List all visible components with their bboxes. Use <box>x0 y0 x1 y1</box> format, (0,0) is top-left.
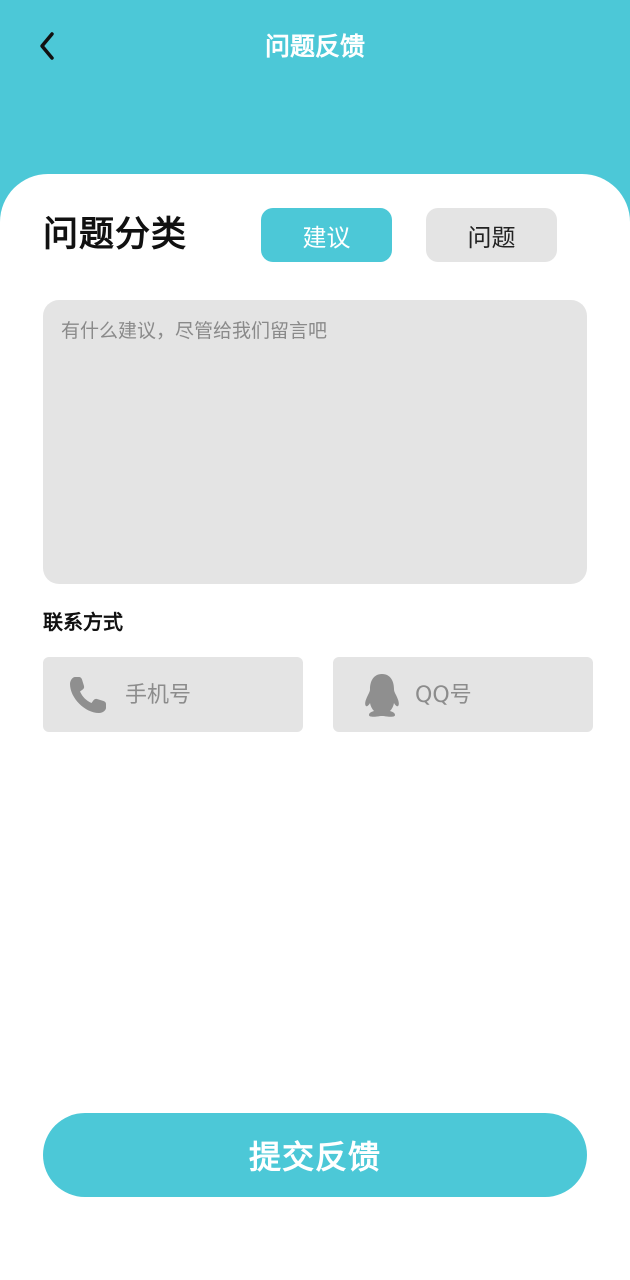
qq-penguin-icon <box>359 672 405 718</box>
qq-field[interactable] <box>333 657 593 732</box>
phone-input[interactable] <box>125 676 290 714</box>
category-label: 问题分类 <box>43 215 188 255</box>
feedback-textarea-container <box>43 300 587 584</box>
feedback-textarea[interactable] <box>61 316 569 568</box>
page-title: 问题反馈 <box>264 32 365 61</box>
qq-input[interactable] <box>415 676 580 714</box>
submit-button[interactable]: 提交反馈 <box>43 1113 587 1197</box>
tab-problem[interactable]: 问题 <box>426 208 557 262</box>
phone-icon <box>65 672 111 718</box>
phone-field[interactable] <box>43 657 303 732</box>
header-bar: 问题反馈 <box>0 0 630 175</box>
tab-suggestion[interactable]: 建议 <box>261 208 392 262</box>
contact-label: 联系方式 <box>43 610 123 634</box>
